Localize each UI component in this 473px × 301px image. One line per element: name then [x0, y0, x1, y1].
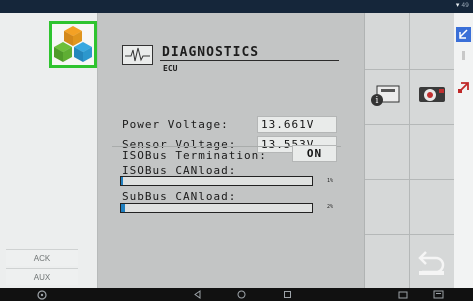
close-button[interactable]: [456, 80, 471, 95]
subbus-canload-bar: [120, 203, 313, 213]
nav-back-icon[interactable]: [193, 290, 202, 299]
edit-button[interactable]: [456, 48, 471, 63]
collapse-icon: [459, 29, 468, 39]
subbus-canload-label: SubBus CANload:: [122, 190, 237, 203]
keyboard-icon[interactable]: [433, 290, 444, 299]
subbus-canload-percent: 2%: [327, 204, 334, 210]
camera-icon: [419, 87, 445, 102]
svg-text:i: i: [376, 96, 379, 106]
title-divider: [160, 60, 339, 61]
android-nav-bar: [0, 288, 473, 301]
aux-button[interactable]: AUX: [6, 268, 78, 285]
power-voltage-label: Power Voltage:: [122, 118, 229, 131]
close-icon: [458, 82, 469, 93]
app-logo-icon: [54, 26, 92, 62]
isobus-canload-fill: [121, 177, 123, 185]
steering-wheel-icon[interactable]: [37, 290, 47, 300]
nav-recent-icon[interactable]: [283, 290, 292, 299]
nav-home-icon[interactable]: [237, 290, 246, 299]
isobus-termination-label: ISOBus Termination:: [122, 149, 267, 162]
screenshot-icon[interactable]: [398, 290, 408, 299]
isobus-canload-bar: [120, 176, 313, 186]
subbus-canload-fill: [121, 204, 125, 212]
waveform-icon: [122, 45, 153, 65]
status-extra: 49: [461, 2, 469, 9]
back-button[interactable]: [410, 238, 454, 288]
status-bar: ▾ 49: [0, 0, 473, 13]
info-module-button[interactable]: i: [366, 70, 408, 122]
power-voltage-value: 13.661V: [257, 116, 337, 133]
isobus-termination-value: ON: [292, 145, 337, 162]
page-title: DIAGNOSTICS: [162, 45, 260, 60]
ack-button[interactable]: ACK: [6, 249, 78, 266]
status-indicators: ▾ 49: [456, 1, 469, 9]
back-icon: [418, 251, 445, 275]
app-logo-button[interactable]: [49, 21, 97, 68]
collapse-button[interactable]: [456, 27, 471, 42]
camera-button[interactable]: [410, 70, 454, 122]
isobus-canload-percent: 1%: [327, 178, 334, 184]
page-subtitle: ECU: [163, 64, 178, 73]
signal-icon: ▾: [455, 1, 460, 9]
info-module-icon: i: [371, 85, 400, 106]
edit-icon: [462, 51, 465, 60]
